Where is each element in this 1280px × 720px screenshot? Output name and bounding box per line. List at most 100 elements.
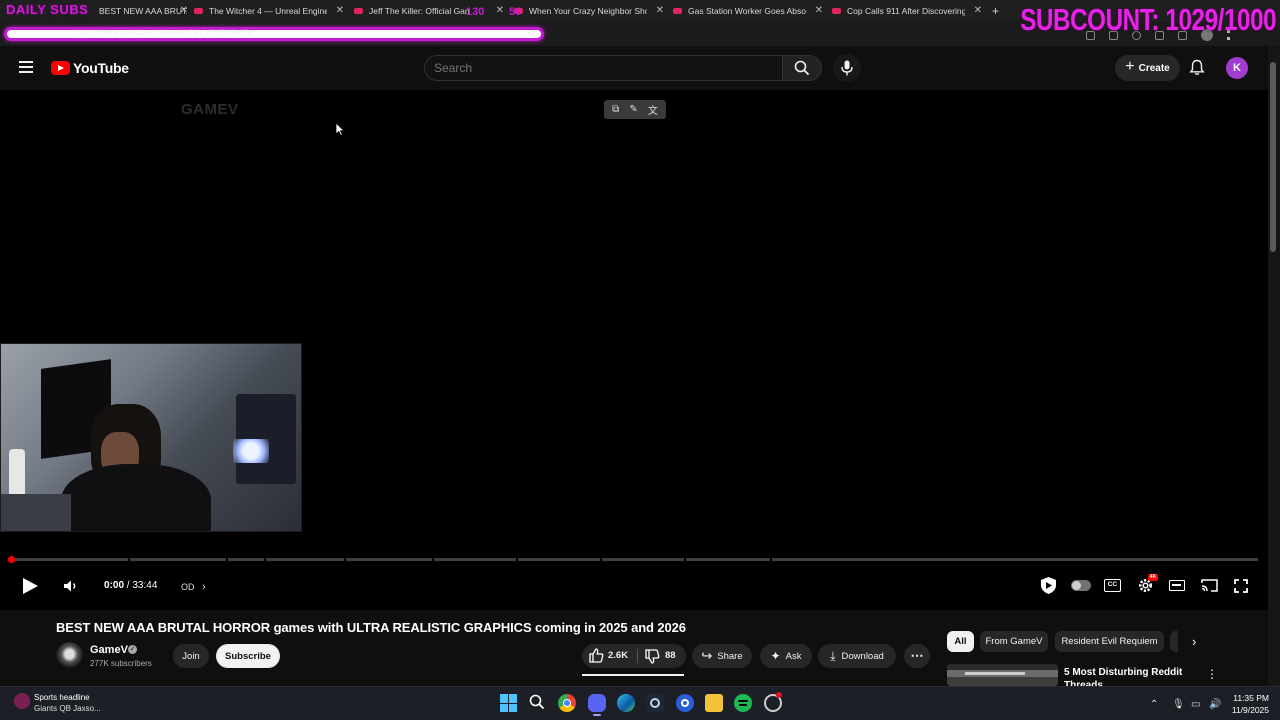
dislike-icon[interactable] (645, 649, 660, 664)
url-text: https://www.youtube.com/watch?v=_rCl-Z-M… (77, 28, 253, 37)
download-button[interactable]: ⤓ Download (818, 644, 896, 668)
notifications-button[interactable] (1189, 59, 1205, 81)
browser-tab[interactable]: The Witcher 4 — Unreal Engine 5 ✕ (194, 0, 344, 22)
browser-tab[interactable]: Gas Station Worker Goes Absolut ✕ (673, 0, 823, 22)
spotify-icon[interactable] (734, 694, 752, 712)
chapter-marker (600, 558, 602, 561)
news-widget-icon[interactable] (14, 693, 30, 709)
theater-mode-icon[interactable] (1169, 580, 1185, 591)
chapter-marker (264, 558, 266, 561)
volume-icon[interactable] (63, 579, 79, 593)
like-ratio-bar (582, 674, 684, 676)
chip-all[interactable]: All (947, 631, 974, 652)
taskbar-search-icon[interactable] (529, 694, 547, 712)
search-input[interactable] (434, 61, 734, 75)
voice-search-button[interactable] (833, 54, 861, 82)
volume-icon[interactable]: 🔊 (1209, 699, 1221, 710)
subcount-overlay: SUBCOUNT: 1029/1000 (1020, 2, 1276, 37)
steam-icon[interactable] (646, 694, 664, 712)
hamburger-menu-icon[interactable] (19, 61, 33, 73)
chapter-marker (684, 558, 686, 561)
daily-subs-overlay: DAILY SUBS (6, 2, 89, 17)
scrollbar-thumb[interactable] (1270, 62, 1276, 252)
app-icon[interactable] (676, 694, 694, 712)
network-icon[interactable]: ▭ (1191, 699, 1200, 710)
chapter-marker (226, 558, 228, 561)
chevron-right-icon[interactable]: › (1192, 634, 1196, 649)
file-explorer-icon[interactable] (705, 694, 723, 712)
microphone-icon[interactable]: 🎙 (1172, 699, 1185, 710)
ask-button[interactable]: ✦ Ask (760, 644, 812, 668)
sparkle-icon: ✦ (770, 649, 781, 663)
tab-title: When Your Crazy Neighbor Shoots (529, 6, 647, 16)
recommendation-title[interactable]: 5 Most Disturbing Reddit Threads (1064, 666, 1204, 687)
chapter-marker (770, 558, 772, 561)
tab-title: BEST NEW AAA BRUTAL HORROR (99, 6, 187, 16)
like-icon[interactable] (589, 648, 604, 663)
cast-icon[interactable] (1201, 579, 1218, 592)
clock-date[interactable]: 11/9/2025 (1229, 705, 1269, 715)
chapter-marker (344, 558, 346, 561)
microphone-icon (841, 60, 853, 76)
tab-close-icon[interactable]: ✕ (974, 5, 982, 16)
browser-tab[interactable]: When Your Crazy Neighbor Shoots ✕ (514, 0, 664, 22)
closed-captions-icon[interactable]: CC (1104, 579, 1121, 592)
windows-start-icon[interactable] (500, 694, 518, 712)
chevron-up-icon[interactable]: ⌃ (1150, 699, 1158, 710)
tab-close-icon[interactable]: ✕ (180, 5, 188, 16)
current-time: 0:00 (104, 580, 125, 591)
tab-close-icon[interactable]: ✕ (656, 5, 664, 16)
youtube-favicon-icon (673, 8, 682, 14)
youtube-logo[interactable]: YouTube (51, 60, 129, 76)
more-actions-button[interactable]: ⋯ (904, 644, 930, 668)
address-bar[interactable]: https://www.youtube.com/watch?v=_rCl-Z-M… (4, 27, 544, 41)
edge-icon[interactable] (617, 694, 635, 712)
news-subtitle[interactable]: Giants QB Jaxso... (34, 704, 101, 713)
play-icon[interactable] (22, 577, 39, 595)
channel-name[interactable]: GameV (90, 644, 128, 656)
search-button[interactable] (782, 55, 822, 81)
notes-icon[interactable]: ✎ (629, 104, 637, 115)
chip-from-gamev[interactable]: From GameV (980, 631, 1048, 652)
channel-avatar[interactable] (56, 642, 83, 669)
youtube-favicon-icon (832, 8, 841, 14)
recommendation-thumbnail[interactable] (947, 664, 1058, 686)
logo-text: YouTube (73, 60, 129, 76)
news-headline[interactable]: Sports headline (34, 693, 90, 702)
video-progress-bar[interactable] (12, 558, 1258, 561)
tab-close-icon[interactable]: ✕ (815, 5, 823, 16)
discord-icon[interactable] (588, 694, 606, 712)
search-icon (794, 60, 810, 76)
webcam-light (233, 439, 269, 463)
dislike-count[interactable]: 88 (665, 650, 676, 661)
app-icon[interactable] (764, 692, 782, 712)
quality-badge: 4K (1148, 574, 1158, 581)
tab-close-icon[interactable]: ✕ (336, 5, 344, 16)
chip-resident-evil-requiem[interactable]: Resident Evil Requiem (1055, 631, 1164, 652)
more-vertical-icon[interactable]: ⋮ (1206, 667, 1218, 681)
more-horizontal-icon: ⋯ (910, 648, 924, 663)
progress-scrubber[interactable] (8, 556, 15, 563)
browser-tab[interactable]: Cop Calls 911 After Discovering S ✕ (832, 0, 982, 22)
chapter-button[interactable]: OD › (181, 581, 206, 593)
like-count[interactable]: 2.6K (608, 650, 628, 661)
shield-icon[interactable] (1040, 576, 1057, 595)
tab-close-icon[interactable]: ✕ (496, 5, 504, 16)
picture-in-picture-icon[interactable]: ⧉ (612, 104, 619, 115)
autoplay-toggle[interactable] (1071, 580, 1091, 591)
share-button[interactable]: ↪ Share (692, 644, 752, 668)
chrome-icon[interactable] (558, 694, 576, 712)
translate-icon[interactable]: 文 (648, 102, 658, 117)
fullscreen-icon[interactable] (1234, 579, 1248, 593)
account-avatar[interactable]: K (1226, 57, 1248, 79)
new-tab-button[interactable]: + (992, 0, 1004, 22)
channel-watermark: GAMEV (181, 101, 239, 118)
chevron-right-icon: › (202, 581, 206, 593)
create-button[interactable]: + Create (1115, 55, 1180, 81)
plus-icon: + (1125, 58, 1135, 75)
search-box[interactable] (424, 55, 782, 81)
clock-time[interactable]: 11:35 PM (1229, 693, 1269, 703)
subscribe-button[interactable]: Subscribe (216, 644, 280, 668)
chip-partial[interactable] (1170, 631, 1178, 652)
join-button[interactable]: Join (173, 644, 209, 668)
